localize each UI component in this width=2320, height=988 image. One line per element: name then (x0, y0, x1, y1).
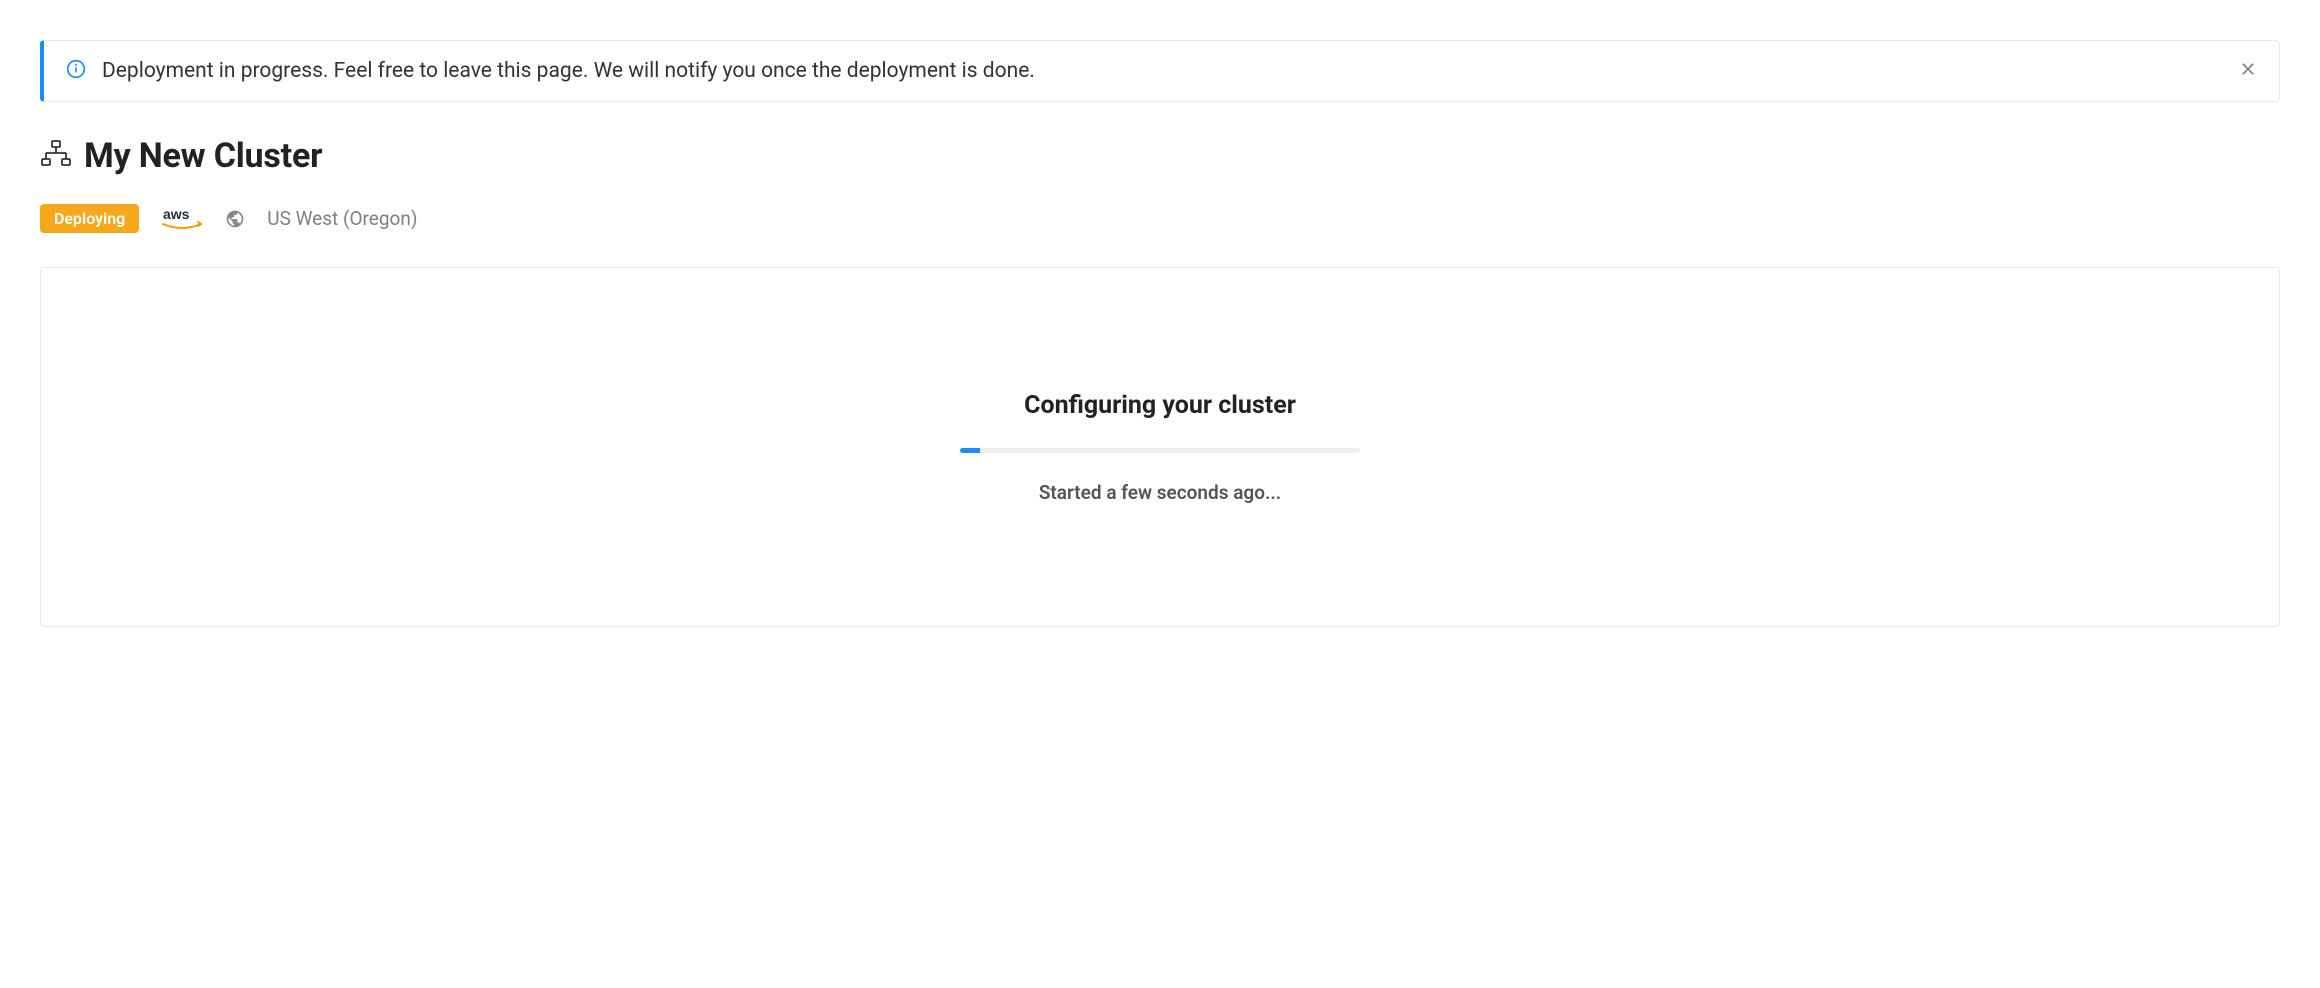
notification-message: Deployment in progress. Feel free to lea… (102, 59, 2223, 83)
info-icon (66, 59, 86, 83)
close-icon[interactable] (2239, 60, 2257, 82)
panel-heading: Configuring your cluster (1024, 391, 1296, 420)
region-label: US West (Oregon) (267, 207, 417, 230)
aws-icon: aws (161, 206, 203, 232)
svg-text:aws: aws (163, 206, 190, 222)
cluster-meta: Deploying aws US West (Oregon) (40, 204, 2280, 233)
page-header: My New Cluster (40, 136, 2280, 176)
deployment-panel: Configuring your cluster Started a few s… (40, 267, 2280, 627)
cluster-icon (40, 138, 72, 174)
deployment-notification: Deployment in progress. Feel free to lea… (40, 40, 2280, 102)
status-text: Started a few seconds ago... (1039, 481, 1281, 504)
progress-bar-fill (960, 448, 980, 453)
progress-bar (960, 448, 1360, 453)
status-badge: Deploying (40, 204, 139, 233)
globe-icon (225, 209, 245, 229)
page-title: My New Cluster (84, 136, 322, 176)
